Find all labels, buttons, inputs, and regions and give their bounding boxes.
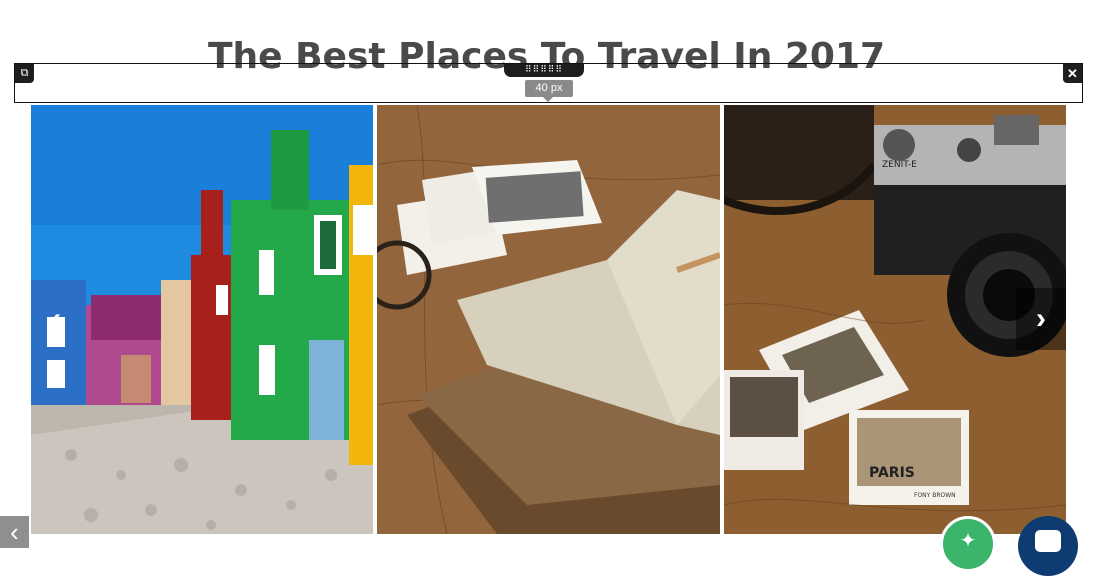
gallery-image-camera[interactable]: PARIS FONY BROWN ZENIT-E <box>724 105 1066 534</box>
spacer-block[interactable]: ⧉ ⠿⠿⠿⠿⠿ 40 px ✕ <box>14 63 1083 103</box>
duplicate-icon[interactable]: ⧉ <box>15 64 34 83</box>
gallery-next-button[interactable]: › <box>1016 288 1066 350</box>
close-icon[interactable]: ✕ <box>1063 64 1082 83</box>
chat-icon[interactable] <box>1018 516 1078 576</box>
polaroid-caption-paris: PARIS <box>869 465 915 481</box>
height-tooltip: 40 px <box>525 80 573 102</box>
gallery-image-houses[interactable] <box>31 105 373 534</box>
polaroid-caption-fony-brown: FONY BROWN <box>914 492 956 499</box>
image-gallery: PARIS FONY BROWN ZENIT-E <box>31 105 1066 534</box>
camera-brand-label: ZENIT-E <box>882 160 917 170</box>
gallery-prev-button[interactable]: ‹ <box>31 288 81 350</box>
gallery-image-notebook[interactable] <box>377 105 720 534</box>
magic-wand-icon[interactable]: ✦ <box>940 516 996 572</box>
drag-handle[interactable]: ⠿⠿⠿⠿⠿ <box>504 64 584 77</box>
chevron-left-icon[interactable]: ‹ <box>0 516 29 548</box>
